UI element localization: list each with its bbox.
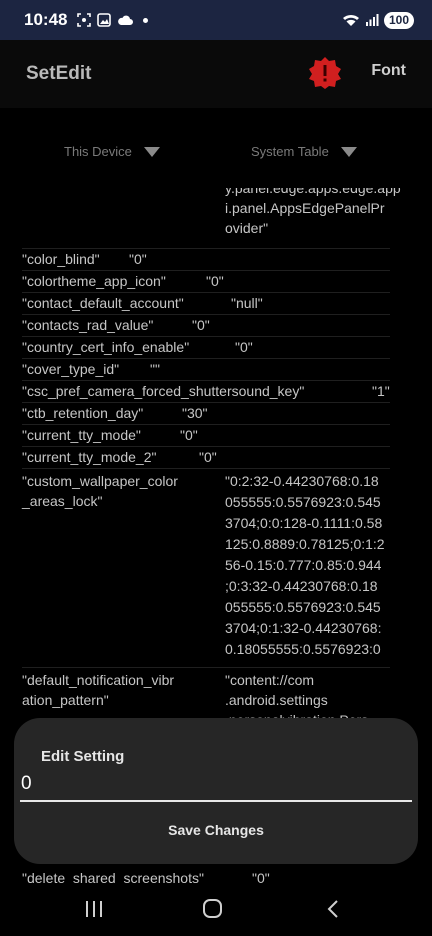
setting-value: "1" [372,383,390,399]
list-item[interactable]: "colortheme_app_icon" "0" [22,271,390,293]
list-item[interactable]: "ctb_retention_day" "30" [22,403,390,425]
font-button[interactable]: Font [371,62,406,80]
setting-value-input[interactable]: 0 [20,768,412,802]
screenshot-icon [77,13,92,27]
setting-value: "0:2:32-0.44230768:0.18 [225,473,379,489]
table-selectors: This Device System Table [0,144,432,166]
setting-value: "30" [182,405,208,421]
chevron-down-icon [340,146,357,157]
setting-value: "null" [231,295,263,311]
setting-value: "0" [180,427,198,443]
warning-badge-icon[interactable] [308,56,342,90]
list-item[interactable]: y.panel.edge.apps.edge.app i.panel.AppsE… [22,188,401,249]
setting-value: "content://com [225,672,315,688]
edit-setting-dialog: Edit Setting 0 Save Changes [14,718,418,864]
chevron-down-icon [143,146,160,157]
setting-value: "0" [206,273,224,289]
setting-key: "country_cert_info_enable" [22,339,190,355]
list-item[interactable]: "contact_default_account" "null" [22,293,390,315]
setting-value: "0" [252,870,270,883]
setting-value: ;0:3:32-0.44230768:0.18 [225,578,378,594]
navigation-bar [0,883,432,936]
setting-value-text: 0 [21,773,32,794]
setting-key: ation_pattern" [22,692,109,708]
app-title: SetEdit [26,63,92,84]
setting-value: 055555:0.5576923:0.545 [225,494,381,510]
setting-value: 3704;0:0:128-0.1111:0.58 [225,515,383,531]
list-item[interactable]: "delete_shared_screenshots" "0" [22,864,390,883]
back-icon[interactable] [326,899,340,919]
dot-icon [143,17,149,23]
status-bar: 10:48 100 [0,0,432,40]
app-bar: SetEdit Font [0,40,432,108]
setting-key: "current_tty_mode_2" [22,449,157,465]
setting-key: "contact_default_account" [22,295,184,311]
setting-key: "color_blind" [22,251,100,267]
setting-value: i.panel.AppsEdgePanelPr [225,200,385,216]
wifi-icon [342,14,359,26]
photo-icon [97,13,112,27]
table-dropdown-label: System Table [251,144,329,159]
setting-value: 3704;0:1:32-0.44230768: [225,620,382,636]
save-changes-button[interactable]: Save Changes [14,822,418,838]
list-item[interactable]: "custom_wallpaper_color _areas_lock" "0:… [22,469,390,668]
setting-value: 055555:0.5576923:0.545 [225,599,381,615]
recents-icon[interactable] [84,901,104,917]
setting-key: "colortheme_app_icon" [22,273,166,289]
setting-value: "0" [199,449,217,465]
setting-key: "ctb_retention_day" [22,405,144,421]
setting-value: "" [150,361,160,377]
list-item[interactable]: "color_blind" "0" [22,249,390,271]
screen: 10:48 100 SetEdit Font This Device Syste… [0,0,432,936]
setting-key: "contacts_rad_value" [22,317,154,333]
list-item[interactable]: "country_cert_info_enable" "0" [22,337,390,359]
setting-value: "0" [192,317,210,333]
battery-icon: 100 [383,11,414,29]
setting-key: "csc_pref_camera_forced_shuttersound_key… [22,383,305,399]
table-dropdown[interactable]: System Table [251,144,357,159]
setting-value: y.panel.edge.apps.edge.app [225,188,401,196]
setting-value: 56-0.15:0.777:0.85:0.944 [225,557,382,573]
list-item[interactable]: "cover_type_id" "" [22,359,390,381]
list-item[interactable]: "current_tty_mode_2" "0" [22,447,390,469]
setting-key: "delete_shared_screenshots" [22,870,204,883]
setting-value: .android.settings [225,692,328,708]
cloud-icon [118,15,134,25]
setting-key: "custom_wallpaper_color [22,473,178,489]
home-icon[interactable] [203,899,222,918]
setting-key: "current_tty_mode" [22,427,141,443]
list-item[interactable]: "contacts_rad_value" "0" [22,315,390,337]
device-dropdown-label: This Device [64,144,132,159]
dialog-title: Edit Setting [41,748,125,765]
setting-value: 0.18055555:0.5576923:0 [225,641,381,657]
setting-value: 125:0.8889:0.78125;0:1:2 [225,536,385,552]
setting-value: "0" [129,251,147,267]
device-dropdown[interactable]: This Device [64,144,160,159]
setting-value: "0" [235,339,253,355]
list-item[interactable]: "current_tty_mode" "0" [22,425,390,447]
signal-icon [365,14,379,26]
setting-key: _areas_lock" [22,493,103,509]
list-item[interactable]: "csc_pref_camera_forced_shuttersound_key… [22,381,390,403]
setting-value: ovider" [225,220,269,236]
setting-key: "default_notification_vibr [22,672,175,688]
status-time: 10:48 [24,10,68,29]
setting-key: "cover_type_id" [22,361,120,377]
